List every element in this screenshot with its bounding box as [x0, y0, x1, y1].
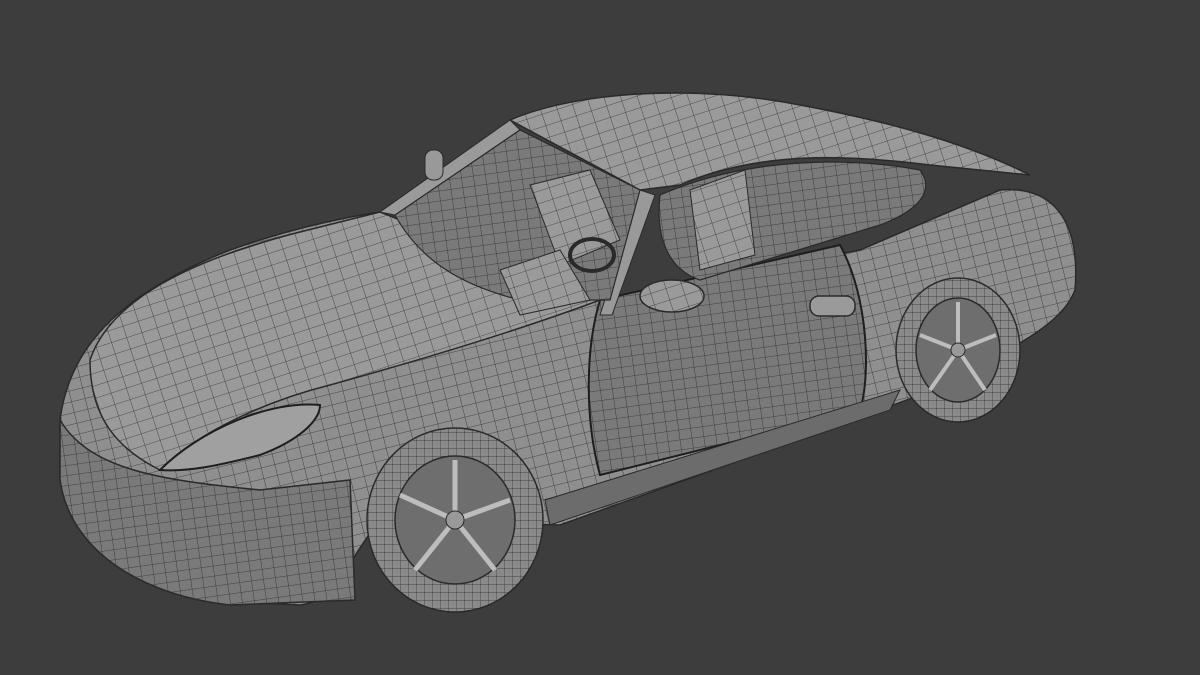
front-wheel — [366, 427, 544, 613]
side-mirror — [639, 279, 705, 313]
3d-viewport[interactable] — [0, 0, 1200, 675]
car-door — [587, 243, 867, 477]
rear-wheel — [895, 277, 1021, 423]
door-handle — [809, 295, 856, 317]
rear-view-mirror — [424, 149, 444, 181]
car-model — [59, 92, 1077, 613]
